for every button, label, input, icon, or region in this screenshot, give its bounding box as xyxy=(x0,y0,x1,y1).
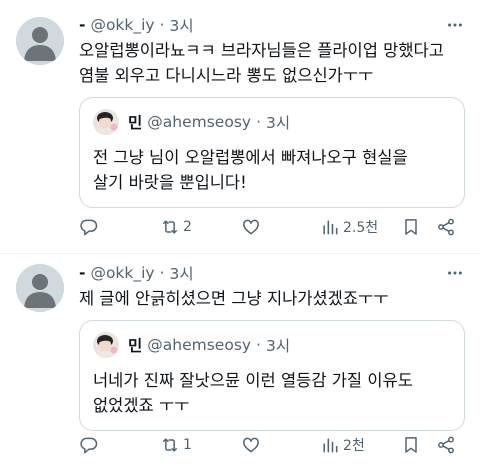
quoted-post[interactable]: 민 @ahemseosy · 3시 전 그냥 님이 오알럽뽕에서 빠져나오구 현… xyxy=(79,97,465,208)
post-body: - @okk_iy · 3시 오알럽뽕이라뇨ㅋㅋ 브라자님들은 플라이업 망했다… xyxy=(79,14,466,208)
post-time[interactable]: 3시 xyxy=(170,262,194,284)
repost-count: 2 xyxy=(183,219,192,235)
avatar[interactable] xyxy=(16,17,64,65)
post-header: - @okk_iy · 3시 xyxy=(79,262,466,284)
post-actions: 2 2.5천 xyxy=(79,216,466,238)
quoted-author-name[interactable]: 민 xyxy=(128,111,142,133)
default-avatar-icon xyxy=(16,17,64,65)
author-name[interactable]: - xyxy=(79,264,85,282)
share-icon xyxy=(438,218,454,236)
post-text: 오알럽뽕이라뇨ㅋㅋ 브라자님들은 플라이업 망했다고 염불 외우고 다니시느라 … xyxy=(79,41,444,85)
views-icon xyxy=(323,220,338,235)
like-button[interactable] xyxy=(241,434,264,456)
repost-icon xyxy=(163,438,177,452)
separator-dot: · xyxy=(256,336,262,354)
reply-icon xyxy=(80,219,98,236)
bookmark-button[interactable] xyxy=(401,434,421,456)
profile-photo-icon xyxy=(93,332,119,358)
separator-dot: · xyxy=(159,16,165,34)
bookmark-button[interactable] xyxy=(401,216,421,238)
author-handle[interactable]: @okk_iy xyxy=(90,264,154,282)
quoted-avatar[interactable] xyxy=(93,109,119,135)
like-icon xyxy=(243,437,259,453)
post-time[interactable]: 3시 xyxy=(170,14,194,36)
author-handle[interactable]: @okk_iy xyxy=(90,16,154,34)
more-button[interactable] xyxy=(444,262,466,284)
separator-dot: · xyxy=(159,264,165,282)
view-count: 2천 xyxy=(343,438,365,454)
quoted-post[interactable]: 민 @ahemseosy · 3시 너네가 진짜 잘낫으뮨 이런 열등감 가질 … xyxy=(79,320,465,431)
author-name[interactable]: - xyxy=(79,16,85,34)
more-dots-icon xyxy=(448,23,462,27)
views-button[interactable]: 2천 xyxy=(320,434,365,456)
quoted-author-handle[interactable]: @ahemseosy xyxy=(147,336,251,354)
share-icon xyxy=(438,436,454,454)
quoted-post-text: 전 그냥 님이 오알럽뽕에서 빠져나오구 현실을 살기 바랏을 뿐입니다! xyxy=(93,148,408,192)
repost-button[interactable]: 1 xyxy=(160,434,192,456)
share-button[interactable] xyxy=(436,216,456,238)
repost-count: 1 xyxy=(183,437,192,453)
separator-dot: · xyxy=(256,113,262,131)
views-button[interactable]: 2.5천 xyxy=(320,216,378,238)
profile-photo-icon xyxy=(93,109,119,135)
more-button[interactable] xyxy=(444,14,466,36)
post-text: 제 글에 안긁히셨으면 그냥 지나가셨겠죠ㅜㅜ xyxy=(79,289,389,308)
bookmark-icon xyxy=(405,437,417,453)
quoted-avatar[interactable] xyxy=(93,332,119,358)
views-icon xyxy=(323,438,338,453)
like-icon xyxy=(243,219,259,235)
avatar[interactable] xyxy=(16,264,64,312)
quoted-post-text: 너네가 진짜 잘낫으뮨 이런 열등감 가질 이유도 없었겠죠 ㅜㅜ xyxy=(93,371,413,415)
quoted-post-time[interactable]: 3시 xyxy=(266,334,290,356)
post-header: - @okk_iy · 3시 xyxy=(79,14,466,36)
reply-button[interactable] xyxy=(79,216,102,238)
default-avatar-icon xyxy=(16,264,64,312)
post-body: - @okk_iy · 3시 제 글에 안긁히셨으면 그냥 지나가셨겠죠ㅜㅜ 민… xyxy=(79,262,466,431)
like-button[interactable] xyxy=(241,216,264,238)
view-count: 2.5천 xyxy=(343,220,379,236)
reply-button[interactable] xyxy=(79,434,102,456)
post-actions: 1 2천 xyxy=(79,434,466,456)
quoted-post-time[interactable]: 3시 xyxy=(266,111,290,133)
quoted-post-header: 민 @ahemseosy · 3시 xyxy=(93,109,452,135)
repost-button[interactable]: 2 xyxy=(160,216,192,238)
quoted-author-name[interactable]: 민 xyxy=(128,334,142,356)
quoted-author-handle[interactable]: @ahemseosy xyxy=(147,113,251,131)
share-button[interactable] xyxy=(436,434,456,456)
more-dots-icon xyxy=(448,271,462,275)
reply-icon xyxy=(80,437,98,454)
repost-icon xyxy=(163,220,177,234)
bookmark-icon xyxy=(405,219,417,235)
quoted-post-header: 민 @ahemseosy · 3시 xyxy=(93,332,452,358)
